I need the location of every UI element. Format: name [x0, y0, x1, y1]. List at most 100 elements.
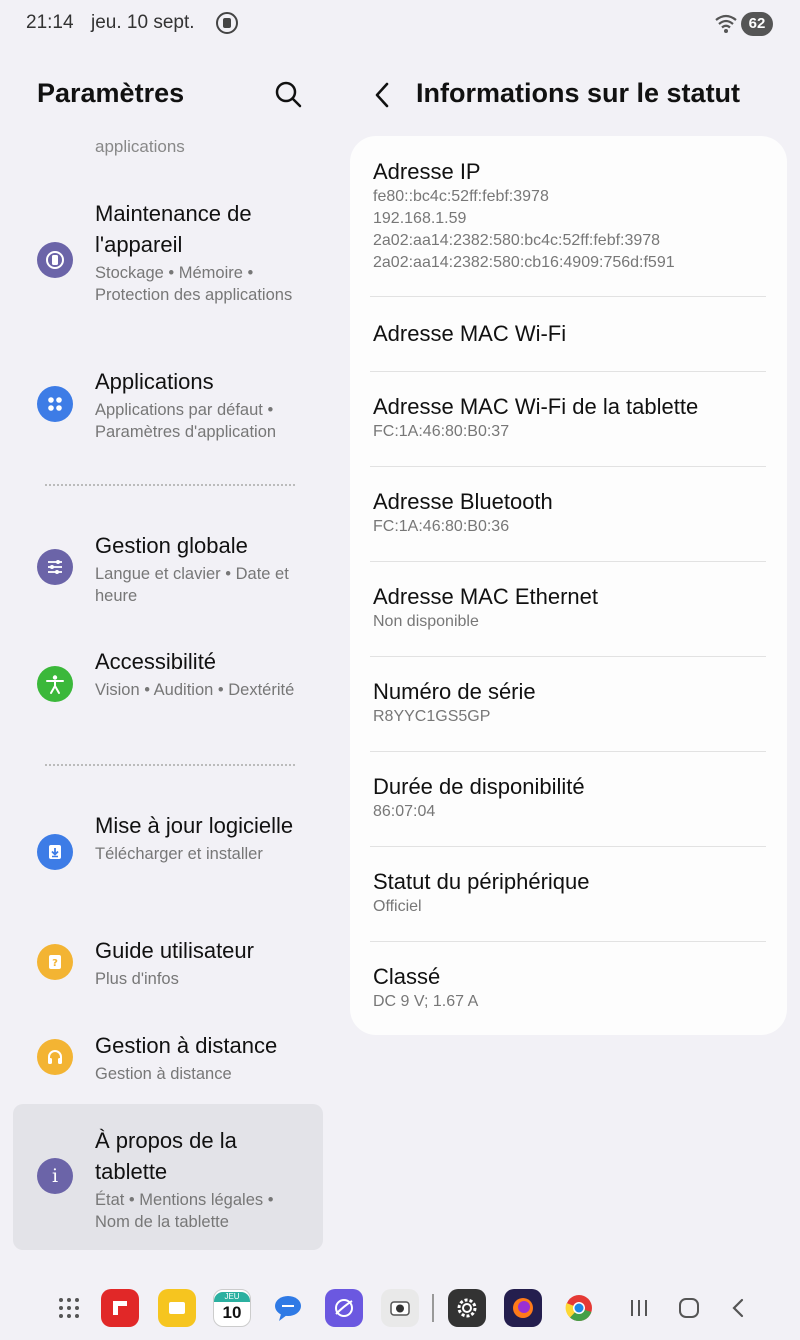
row-value: FC:1A:46:80:B0:36: [373, 518, 510, 535]
settings-item-applications[interactable]: Applications Applications par défaut • P…: [20, 366, 320, 446]
wifi-icon: [715, 14, 737, 33]
messages-icon[interactable]: [269, 1289, 307, 1327]
settings-item-title: Gestion globale: [95, 533, 248, 558]
row-value: 2a02:aa14:2382:580:bc4c:52ff:febf:3978: [373, 232, 661, 249]
settings-item-subtitle: Télécharger et installer: [95, 845, 263, 863]
status-row-uptime[interactable]: Durée de disponibilité 86:07:04: [373, 773, 767, 823]
calendar-day-label: JEU: [214, 1292, 250, 1302]
row-value: DC 9 V; 1.67 A: [373, 993, 479, 1010]
home-button[interactable]: [670, 1289, 708, 1327]
sliders-icon: [37, 549, 73, 585]
user-guide-icon: ?: [37, 944, 73, 980]
settings-item-device-care[interactable]: Maintenance de l'appareil Stockage • Mém…: [20, 198, 320, 328]
settings-title: Paramètres: [37, 78, 185, 108]
row-divider: [370, 941, 766, 942]
settings-item-subtitle: Plus d'infos: [95, 970, 179, 988]
status-info-card: Adresse IP fe80::bc4c:52ff:febf:3978 192…: [350, 136, 787, 1035]
section-divider: [45, 484, 295, 486]
settings-item-title: Guide utilisateur: [95, 938, 254, 963]
row-title: Adresse MAC Wi-Fi: [373, 321, 567, 346]
status-row-bluetooth-address[interactable]: Adresse Bluetooth FC:1A:46:80:B0:36: [373, 488, 767, 538]
row-value: 86:07:04: [373, 803, 436, 820]
calendar-icon[interactable]: JEU 10: [213, 1289, 251, 1327]
search-icon[interactable]: [270, 76, 306, 112]
section-divider: [45, 764, 295, 766]
calendar-day-number: 10: [222, 1303, 242, 1322]
settings-item-title: Accessibilité: [95, 649, 217, 674]
row-divider: [370, 656, 766, 657]
row-title: Durée de disponibilité: [373, 774, 585, 799]
row-value: R8YYC1GS5GP: [373, 708, 491, 725]
row-title: Adresse IP: [373, 159, 481, 184]
battery-indicator: 62: [741, 12, 773, 36]
settings-item-title: Maintenance de l'appareil: [95, 201, 252, 257]
row-divider: [370, 751, 766, 752]
settings-icon[interactable]: [448, 1289, 486, 1327]
settings-item-software-update[interactable]: Mise à jour logicielle Télécharger et in…: [20, 810, 320, 900]
dock-separator: [432, 1294, 434, 1322]
status-row-tablet-wifi-mac[interactable]: Adresse MAC Wi-Fi de la tablette FC:1A:4…: [373, 393, 767, 443]
app-grid-icon[interactable]: [50, 1289, 88, 1327]
row-title: Adresse MAC Wi-Fi de la tablette: [373, 394, 699, 419]
settings-item-subtitle: Vision • Audition • Dextérité: [95, 681, 295, 699]
scrolled-item-subtitle: applications: [95, 137, 185, 156]
settings-item-subtitle: Gestion à distance: [95, 1065, 232, 1083]
accessibility-icon: [37, 666, 73, 702]
settings-item-title: Applications: [95, 369, 214, 394]
row-value: FC:1A:46:80:B0:37: [373, 423, 510, 440]
svg-text:?: ?: [52, 958, 58, 969]
row-value: Officiel: [373, 898, 422, 915]
settings-item-remote-support[interactable]: Gestion à distance Gestion à distance: [20, 1030, 320, 1090]
settings-item-subtitle: Stockage • Mémoire • Protection des appl…: [95, 264, 293, 304]
row-title: Statut du périphérique: [373, 869, 590, 894]
status-row-rated[interactable]: Classé DC 9 V; 1.67 A: [373, 963, 767, 1013]
settings-item-subtitle: État • Mentions légales • Nom de la tabl…: [95, 1191, 274, 1231]
flipboard-icon[interactable]: [101, 1289, 139, 1327]
row-value: 2a02:aa14:2382:580:cb16:4909:756d:f591: [373, 254, 675, 271]
notes-icon[interactable]: [158, 1289, 196, 1327]
info-icon: i: [37, 1158, 73, 1194]
settings-item-title: À propos de la tablette: [95, 1128, 237, 1184]
settings-item-accessibility[interactable]: Accessibilité Vision • Audition • Dextér…: [20, 646, 320, 726]
settings-item-user-guide[interactable]: ? Guide utilisateur Plus d'infos: [20, 935, 320, 995]
firefox-icon[interactable]: [504, 1289, 542, 1327]
back-arrow-icon[interactable]: [368, 78, 398, 112]
recents-button[interactable]: [620, 1289, 658, 1327]
status-bar: 21:14 jeu. 10 sept. 62: [0, 0, 800, 48]
status-row-serial-number[interactable]: Numéro de série R8YYC1GS5GP: [373, 678, 767, 728]
page-title: Informations sur le statut: [416, 78, 741, 108]
row-divider: [370, 296, 766, 297]
back-button[interactable]: [720, 1289, 758, 1327]
row-title: Adresse MAC Ethernet: [373, 584, 598, 609]
status-date: jeu. 10 sept.: [91, 12, 195, 33]
camera-icon[interactable]: [381, 1289, 419, 1327]
row-divider: [370, 466, 766, 467]
software-update-icon: [37, 834, 73, 870]
settings-item-title: Gestion à distance: [95, 1033, 278, 1058]
settings-item-about-tablet[interactable]: i À propos de la tablette État • Mention…: [20, 1125, 320, 1235]
settings-item-subtitle: Applications par défaut • Paramètres d'a…: [95, 401, 277, 441]
headset-icon: [37, 1039, 73, 1075]
device-care-icon: [37, 242, 73, 278]
row-divider: [370, 371, 766, 372]
row-title: Adresse Bluetooth: [373, 489, 553, 514]
row-title: Classé: [373, 964, 441, 989]
row-value: Non disponible: [373, 613, 479, 630]
settings-item-general-management[interactable]: Gestion globale Langue et clavier • Date…: [20, 530, 320, 610]
settings-item-subtitle: Langue et clavier • Date et heure: [95, 565, 289, 605]
status-row-wifi-mac[interactable]: Adresse MAC Wi-Fi: [373, 320, 767, 348]
status-row-device-status[interactable]: Statut du périphérique Officiel: [373, 868, 767, 918]
apps-icon: [37, 386, 73, 422]
chrome-icon[interactable]: [560, 1289, 598, 1327]
row-title: Numéro de série: [373, 679, 536, 704]
status-row-ip-address[interactable]: Adresse IP fe80::bc4c:52ff:febf:3978 192…: [373, 158, 767, 274]
taskbar: JEU 10: [0, 1280, 800, 1340]
settings-item-title: Mise à jour logicielle: [95, 813, 294, 838]
row-divider: [370, 561, 766, 562]
status-time: 21:14: [26, 12, 74, 33]
internet-icon[interactable]: [325, 1289, 363, 1327]
row-value: 192.168.1.59: [373, 210, 467, 227]
row-value: fe80::bc4c:52ff:febf:3978: [373, 188, 549, 205]
status-row-ethernet-mac[interactable]: Adresse MAC Ethernet Non disponible: [373, 583, 767, 633]
row-divider: [370, 846, 766, 847]
